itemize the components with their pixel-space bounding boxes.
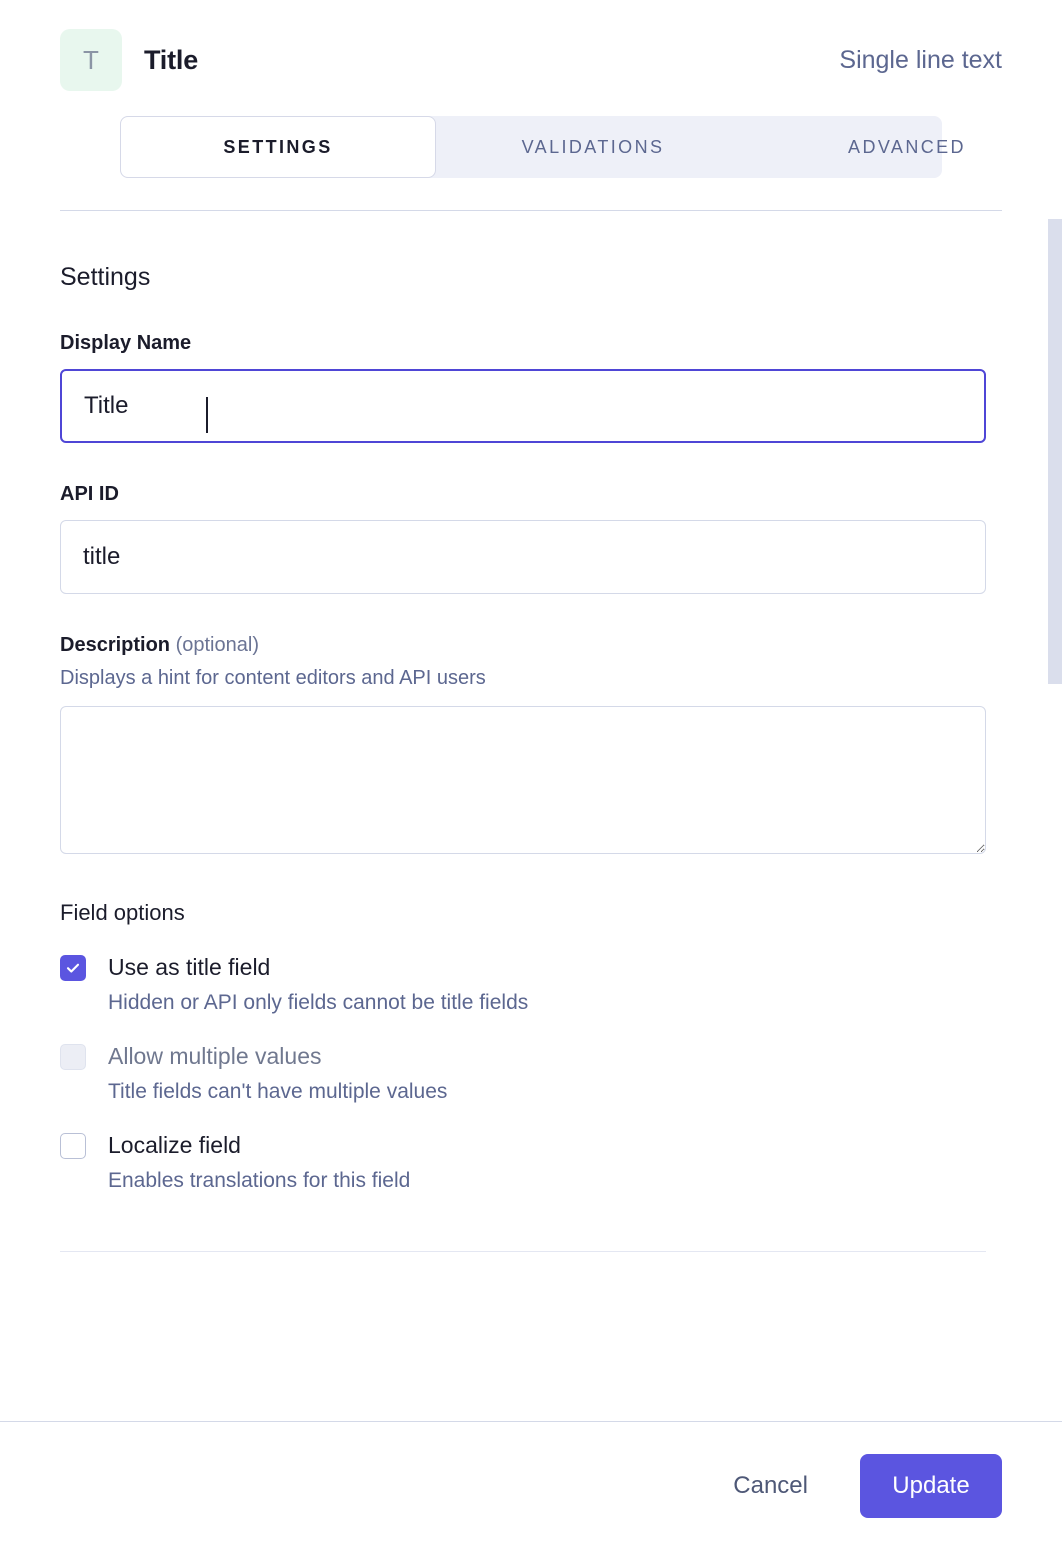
use-as-title-field-checkbox[interactable] bbox=[60, 954, 86, 981]
use-as-title-field-description: Hidden or API only fields cannot be titl… bbox=[108, 991, 529, 1014]
scrollbar-thumb[interactable] bbox=[1048, 219, 1062, 684]
update-button[interactable]: Update bbox=[860, 1454, 1002, 1518]
modal-header: T Title Single line text SETTINGS VALIDA… bbox=[0, 0, 1062, 211]
allow-multiple-values-checkbox bbox=[60, 1043, 86, 1070]
field-options-title: Field options bbox=[60, 900, 185, 925]
description-textarea[interactable] bbox=[60, 706, 986, 854]
text-field-icon: T bbox=[60, 29, 122, 91]
field-settings-modal: T Title Single line text SETTINGS VALIDA… bbox=[0, 0, 1062, 1550]
use-as-title-field-label: Use as title field bbox=[108, 954, 271, 980]
api-id-label: API ID bbox=[60, 483, 119, 505]
localize-field-label: Localize field bbox=[108, 1132, 241, 1158]
allow-multiple-values-description: Title fields can't have multiple values bbox=[108, 1080, 448, 1103]
option-use-as-title-field: Use as title field Hidden or API only fi… bbox=[60, 954, 1002, 1015]
localize-field-description: Enables translations for this field bbox=[108, 1169, 411, 1192]
options-divider bbox=[60, 1251, 986, 1252]
tab-bar: SETTINGS VALIDATIONS ADVANCED bbox=[120, 116, 964, 178]
modal-footer: Cancel Update bbox=[0, 1421, 1062, 1550]
check-icon bbox=[66, 963, 80, 973]
allow-multiple-values-label: Allow multiple values bbox=[108, 1043, 322, 1069]
scrollbar[interactable] bbox=[1048, 211, 1062, 1411]
description-label: Description (optional) bbox=[60, 634, 1002, 657]
page-title: Title bbox=[144, 44, 199, 75]
field-header-row: T Title Single line text bbox=[60, 29, 1002, 91]
display-name-field-wrap bbox=[60, 369, 1002, 443]
text-caret bbox=[206, 397, 208, 433]
tab-validations[interactable]: VALIDATIONS bbox=[436, 116, 750, 178]
field-badge-letter: T bbox=[83, 45, 99, 75]
localize-field-checkbox[interactable] bbox=[60, 1132, 86, 1159]
field-type-label: Single line text bbox=[839, 45, 1002, 74]
option-allow-multiple-values: Allow multiple values Title fields can't… bbox=[60, 1043, 1002, 1104]
display-name-input[interactable] bbox=[60, 369, 986, 443]
option-main-row: Localize field bbox=[60, 1132, 1002, 1159]
tab-settings[interactable]: SETTINGS bbox=[120, 116, 436, 178]
option-main-row: Use as title field bbox=[60, 954, 1002, 981]
section-title: Settings bbox=[60, 263, 151, 291]
display-name-label: Display Name bbox=[60, 332, 192, 354]
tab-advanced[interactable]: ADVANCED bbox=[750, 116, 1062, 178]
description-label-text: Description bbox=[60, 634, 171, 656]
description-hint: Displays a hint for content editors and … bbox=[60, 667, 486, 689]
option-localize-field: Localize field Enables translations for … bbox=[60, 1132, 1002, 1193]
option-main-row: Allow multiple values bbox=[60, 1043, 1002, 1070]
api-id-input[interactable] bbox=[60, 520, 986, 594]
description-optional-tag: (optional) bbox=[175, 634, 259, 656]
settings-panel: Settings Display Name API ID Description… bbox=[0, 211, 1062, 1411]
cancel-button[interactable]: Cancel bbox=[715, 1458, 826, 1514]
